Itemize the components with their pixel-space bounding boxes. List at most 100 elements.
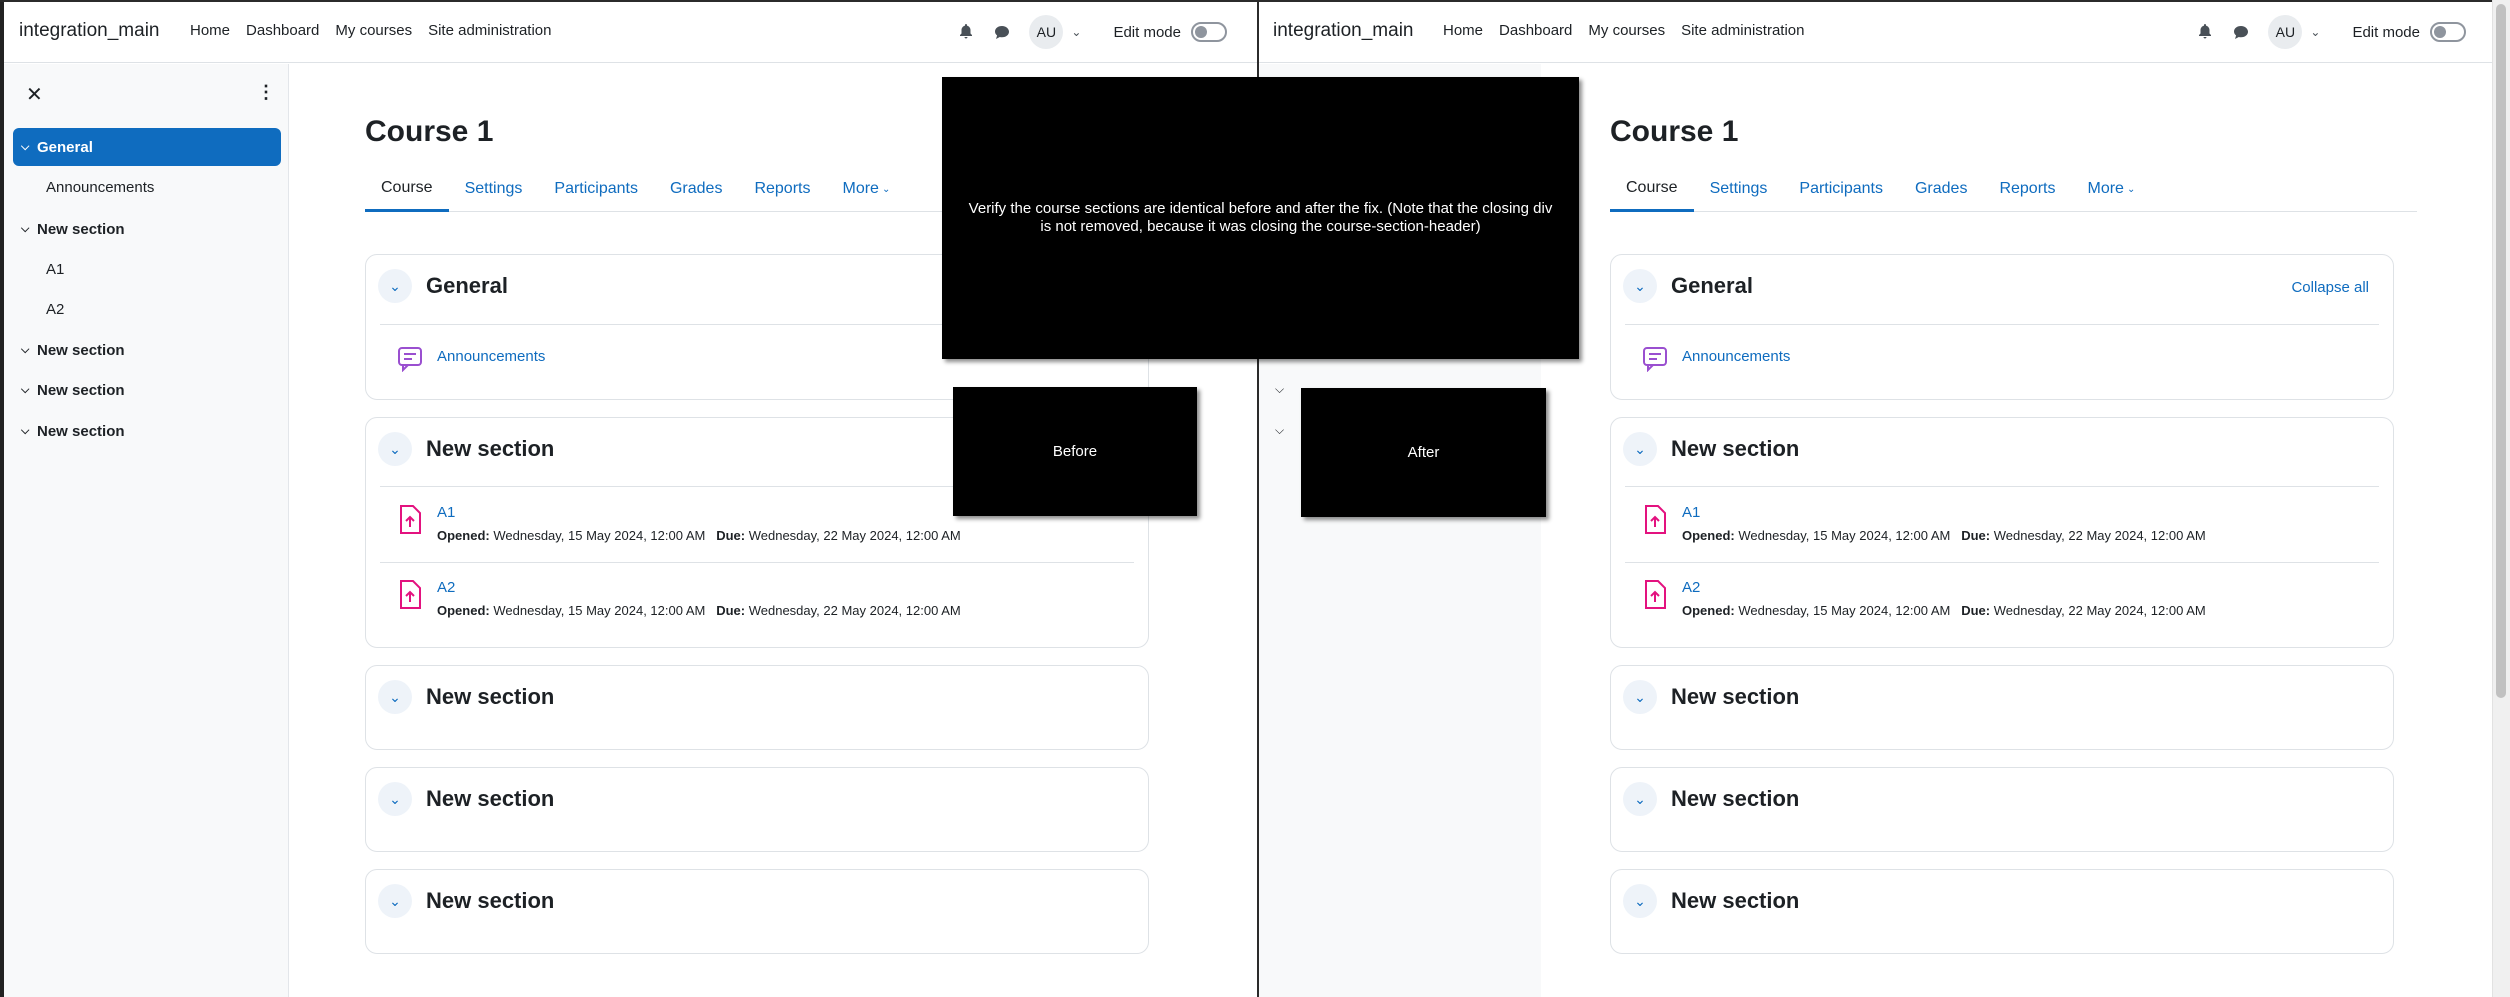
section-collapse-chevron-icon[interactable]: ⌄ [378,432,412,466]
section-collapse-chevron-icon[interactable]: ⌄ [378,680,412,714]
nav-my-courses[interactable]: My courses [335,22,412,39]
tab-grades[interactable]: Grades [1899,166,1983,212]
activity-dates: Opened: Wednesday, 15 May 2024, 12:00 AM… [1682,528,2206,543]
opened-date: Wednesday, 15 May 2024, 12:00 AM [1738,603,1951,618]
course-index-activity-announcements[interactable]: Announcements [46,179,154,196]
section-title[interactable]: New section [1671,888,1799,914]
tab-reports[interactable]: Reports [1983,166,2071,212]
chevron-down-icon[interactable]: ⌵ [1275,423,1284,438]
messages-icon[interactable] [2232,23,2250,41]
section-title[interactable]: New section [1671,436,1799,462]
nav-home[interactable]: Home [1443,22,1483,39]
tab-reports[interactable]: Reports [738,166,826,212]
course-index-section-new-section[interactable]: ⌵ New section [13,371,281,409]
section-header: ⌄ General [378,269,508,303]
chevron-down-icon[interactable]: ⌵ [13,141,37,154]
tab-participants[interactable]: Participants [1783,166,1899,212]
section-header: ⌄ New section [378,680,554,714]
activity-divider [1625,562,2379,563]
course-index-activity-a2[interactable]: A2 [46,301,64,318]
course-index-activity-a1[interactable]: A1 [46,261,64,278]
activity-link[interactable]: A1 [1682,504,2206,521]
scrollbar-thumb[interactable] [2496,4,2506,698]
chevron-down-icon[interactable]: ⌵ [13,344,37,357]
notifications-icon[interactable] [957,23,975,41]
section-title[interactable]: General [426,273,508,299]
activity-item: A1 Opened: Wednesday, 15 May 2024, 12:00… [394,504,961,543]
activity-link[interactable]: Announcements [1682,348,1790,365]
tab-more-label: More [2087,180,2124,197]
primary-navigation: Home Dashboard My courses Site administr… [190,22,552,39]
site-brand[interactable]: integration_main [1273,20,1413,42]
course-index-drawer: ✕ ⋮ ⌵ General Announcements ⌵ New sectio… [4,64,289,997]
nav-dashboard[interactable]: Dashboard [1499,22,1572,39]
course-index-section-new-section[interactable]: ⌵ New section [13,412,281,450]
tab-participants[interactable]: Participants [538,166,654,212]
section-collapse-chevron-icon[interactable]: ⌄ [1623,884,1657,918]
assignment-icon [1639,579,1671,611]
course-index-section-new-section[interactable]: ⌵ New section [13,210,281,248]
activity-link[interactable]: Announcements [437,348,545,365]
activity-link[interactable]: A2 [1682,579,2206,596]
chevron-down-icon[interactable]: ⌵ [13,425,37,438]
section-collapse-chevron-icon[interactable]: ⌄ [378,782,412,816]
user-avatar[interactable]: AU [1029,15,1064,49]
chevron-down-icon[interactable]: ⌵ [13,384,37,397]
tab-grades[interactable]: Grades [654,166,738,212]
section-title[interactable]: New section [426,786,554,812]
edit-mode-toggle[interactable] [1191,22,1227,42]
assignment-icon [394,579,426,611]
activity-link[interactable]: A2 [437,579,961,596]
before-label-overlay: Before [953,387,1197,516]
tab-settings[interactable]: Settings [1694,166,1784,212]
course-section: ⌄ New section [1610,869,2394,954]
chevron-down-icon[interactable]: ⌵ [13,223,37,236]
opened-label: Opened: [1682,528,1735,543]
section-title[interactable]: New section [1671,684,1799,710]
user-menu-chevron-down-icon[interactable]: ⌄ [1071,25,1081,39]
section-title[interactable]: New section [1671,786,1799,812]
opened-date: Wednesday, 15 May 2024, 12:00 AM [493,603,706,618]
tab-more[interactable]: More ⌄ [2071,166,2151,212]
chevron-down-icon[interactable]: ⌵ [1275,382,1284,397]
section-collapse-chevron-icon[interactable]: ⌄ [1623,269,1657,303]
course-index-section-general[interactable]: ⌵ General [13,128,281,166]
section-collapse-chevron-icon[interactable]: ⌄ [1623,432,1657,466]
edit-mode-toggle[interactable] [2430,22,2466,42]
user-menu-chevron-down-icon[interactable]: ⌄ [2310,25,2320,39]
user-avatar[interactable]: AU [2268,15,2303,49]
section-collapse-chevron-icon[interactable]: ⌄ [1623,782,1657,816]
section-title[interactable]: New section [426,436,554,462]
section-title[interactable]: New section [426,888,554,914]
section-title[interactable]: New section [426,684,554,710]
collapse-all-link[interactable]: Collapse all [2291,279,2369,296]
notifications-icon[interactable] [2196,23,2214,41]
tab-course[interactable]: Course [1610,166,1694,212]
tab-more-label: More [842,180,879,197]
section-collapse-chevron-icon[interactable]: ⌄ [378,884,412,918]
section-title[interactable]: General [1671,273,1753,299]
tab-course[interactable]: Course [365,166,449,212]
activity-link[interactable]: A1 [437,504,961,521]
activity-dates: Opened: Wednesday, 15 May 2024, 12:00 AM… [437,528,961,543]
forum-icon [1639,342,1671,374]
nav-dashboard[interactable]: Dashboard [246,22,319,39]
course-index-section-new-section[interactable]: ⌵ New section [13,331,281,369]
course-section: ⌄ New section [365,767,1149,852]
tab-more[interactable]: More ⌄ [826,166,906,212]
nav-my-courses[interactable]: My courses [1588,22,1665,39]
tab-settings[interactable]: Settings [449,166,539,212]
nav-home[interactable]: Home [190,22,230,39]
section-collapse-chevron-icon[interactable]: ⌄ [1623,680,1657,714]
close-drawer-icon[interactable]: ✕ [26,82,43,107]
section-collapse-chevron-icon[interactable]: ⌄ [378,269,412,303]
user-navigation: AU ⌄ Edit mode [2196,15,2496,49]
due-date: Wednesday, 22 May 2024, 12:00 AM [1993,603,2206,618]
section-header: ⌄ New section [1623,782,1799,816]
site-brand[interactable]: integration_main [19,20,159,42]
opened-date: Wednesday, 15 May 2024, 12:00 AM [1738,528,1951,543]
nav-site-administration[interactable]: Site administration [1681,22,1804,39]
messages-icon[interactable] [993,23,1011,41]
drawer-more-options-icon[interactable]: ⋮ [257,82,275,103]
nav-site-administration[interactable]: Site administration [428,22,551,39]
